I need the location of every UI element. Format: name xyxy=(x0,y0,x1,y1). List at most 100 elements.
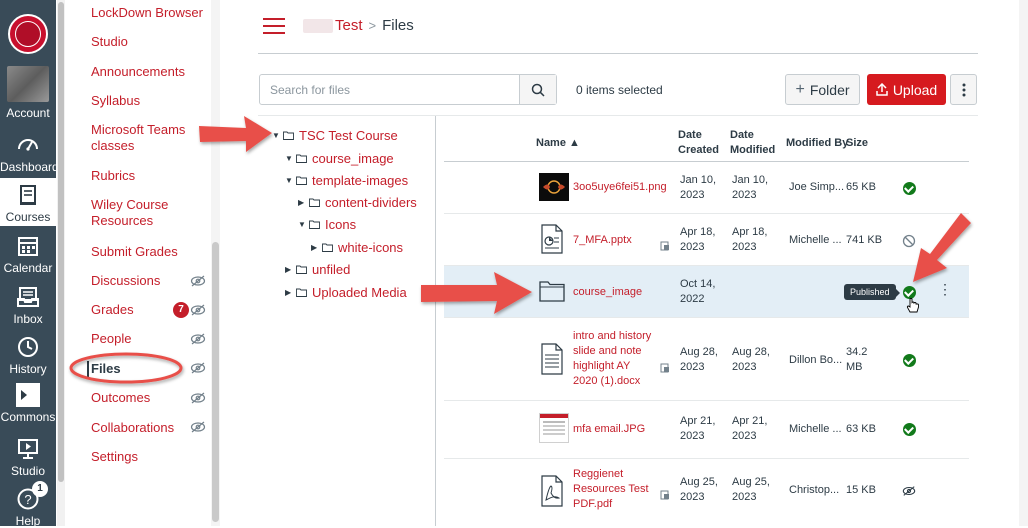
folder-icon xyxy=(309,220,320,229)
hidden-eye-icon xyxy=(190,392,206,404)
modified-by[interactable]: Dillon Bo... xyxy=(789,353,842,368)
table-row[interactable]: intro and history slide and note highlig… xyxy=(444,318,969,401)
table-row[interactable]: 7_MFA.pptx Apr 18, 2023 Apr 18, 2023 Mic… xyxy=(444,214,969,266)
hidden-eye-icon[interactable] xyxy=(902,484,916,498)
global-nav-label: Courses xyxy=(5,210,51,224)
tree-folder-template-images[interactable]: ▼ template-images xyxy=(285,173,408,188)
avatar xyxy=(7,66,49,102)
course-nav-lockdown-browser[interactable]: LockDown Browser xyxy=(91,5,211,21)
redacted-text xyxy=(303,19,333,34)
table-row[interactable]: mfa email.JPG Apr 21, 2023 Apr 21, 2023 … xyxy=(444,401,969,459)
inbox-icon xyxy=(17,287,39,307)
expanded-triangle-icon[interactable]: ▼ xyxy=(285,176,294,185)
collapsed-triangle-icon[interactable]: ▶ xyxy=(285,288,294,297)
tree-folder-tsc-test-course[interactable]: ▼ TSC Test Course xyxy=(272,128,398,143)
tree-folder-white-icons[interactable]: ▶ white-icons xyxy=(311,240,403,255)
course-nav-syllabus[interactable]: Syllabus xyxy=(91,93,211,109)
global-nav-inbox[interactable]: Inbox xyxy=(0,285,56,326)
column-header-name[interactable]: Name ▲ xyxy=(536,136,580,151)
date-modified: Aug 28, 2023 xyxy=(732,346,770,373)
expanded-triangle-icon[interactable]: ▼ xyxy=(285,154,294,163)
breadcrumb-course-link[interactable]: Test xyxy=(335,17,363,34)
tree-folder-content-dividers[interactable]: ▶ content-dividers xyxy=(298,195,417,210)
modified-by[interactable]: Joe Simp... xyxy=(789,180,844,195)
course-menu-toggle-button[interactable] xyxy=(263,18,285,34)
course-nav-announcements[interactable]: Announcements xyxy=(91,64,211,80)
search-button[interactable] xyxy=(519,75,556,104)
global-nav-help[interactable]: ? 1 Help xyxy=(0,481,56,528)
add-folder-button[interactable]: + Folder xyxy=(785,74,860,105)
global-nav-courses[interactable]: Courses xyxy=(0,178,56,226)
usage-rights-icon[interactable] xyxy=(660,241,670,251)
published-check-icon[interactable] xyxy=(903,286,916,299)
institution-logo[interactable] xyxy=(8,14,48,54)
commons-icon xyxy=(16,383,40,407)
upload-button[interactable]: Upload xyxy=(867,74,946,105)
page-scrollbar[interactable] xyxy=(1019,0,1028,526)
more-options-button[interactable] xyxy=(950,74,977,105)
global-nav-scrollbar[interactable] xyxy=(57,0,65,526)
course-nav-submit-grades[interactable]: Submit Grades xyxy=(91,244,211,260)
expanded-triangle-icon[interactable]: ▼ xyxy=(298,220,307,229)
table-row[interactable]: 3oo5uye6fei51.png Jan 10, 2023 Jan 10, 2… xyxy=(444,162,969,214)
date-modified: Apr 18, 2023 xyxy=(732,226,768,253)
search-input[interactable] xyxy=(260,75,520,104)
folder-icon xyxy=(309,198,320,207)
global-nav-label: Commons xyxy=(0,410,56,424)
modified-by[interactable]: Michelle ... xyxy=(789,422,842,437)
date-modified: Aug 25, 2023 xyxy=(732,476,770,503)
tree-folder-unfiled[interactable]: ▶ unfiled xyxy=(285,262,350,277)
folder-name-link[interactable]: course_image xyxy=(573,285,642,300)
course-nav-scrollbar[interactable] xyxy=(211,0,220,526)
global-nav-studio[interactable]: Studio xyxy=(0,437,56,478)
course-nav-settings[interactable]: Settings xyxy=(91,449,211,465)
expanded-triangle-icon[interactable]: ▼ xyxy=(272,131,281,140)
published-check-icon[interactable] xyxy=(903,354,916,367)
global-nav-label: History xyxy=(9,362,47,376)
modified-by[interactable]: Michelle ... xyxy=(789,233,842,248)
collapsed-triangle-icon[interactable]: ▶ xyxy=(298,198,307,207)
row-more-options-button[interactable]: ⋮ xyxy=(938,281,952,298)
file-size: 34.2 MB xyxy=(846,346,868,373)
folder-icon xyxy=(296,176,307,185)
course-nav-wiley[interactable]: Wiley Course Resources xyxy=(91,197,211,229)
column-header-size[interactable]: Size xyxy=(846,136,868,151)
global-nav-commons[interactable]: Commons xyxy=(0,383,56,424)
tree-folder-icons[interactable]: ▼ Icons xyxy=(298,217,356,232)
table-row[interactable]: Reggienet Resources Test PDF.pdf Aug 25,… xyxy=(444,459,969,526)
file-name-link[interactable]: mfa email.JPG xyxy=(573,422,645,437)
collapsed-triangle-icon[interactable]: ▶ xyxy=(285,265,294,274)
global-nav-account[interactable]: Account xyxy=(0,66,56,120)
history-icon xyxy=(18,337,38,357)
collapsed-triangle-icon[interactable]: ▶ xyxy=(311,243,320,252)
folder-icon xyxy=(539,281,565,302)
column-header-date-created[interactable]: Date Created xyxy=(678,128,722,158)
tree-folder-course-image[interactable]: ▼ course_image xyxy=(285,151,394,166)
usage-rights-icon[interactable] xyxy=(660,490,670,500)
published-check-icon[interactable] xyxy=(903,423,916,436)
global-nav-label: Dashboard xyxy=(0,160,59,174)
global-nav-calendar[interactable]: Calendar xyxy=(0,234,56,275)
global-nav-history[interactable]: History xyxy=(0,335,56,376)
usage-rights-icon[interactable] xyxy=(660,363,670,373)
column-header-date-modified[interactable]: Date Modified xyxy=(730,128,778,158)
tree-table-divider[interactable] xyxy=(435,116,436,526)
course-nav-microsoft-teams[interactable]: Microsoft Teams classes xyxy=(91,122,211,154)
global-nav-dashboard[interactable]: Dashboard xyxy=(0,133,59,174)
tree-folder-label: Uploaded Media xyxy=(312,285,407,300)
hidden-eye-icon xyxy=(190,421,206,433)
file-name-link[interactable]: 3oo5uye6fei51.png xyxy=(573,180,667,195)
file-name-link[interactable]: Reggienet Resources Test PDF.pdf xyxy=(573,467,655,512)
tree-folder-label: course_image xyxy=(312,151,394,166)
courses-icon xyxy=(20,185,36,205)
file-name-link[interactable]: intro and history slide and note highlig… xyxy=(573,329,655,389)
course-nav-files[interactable]: Files xyxy=(87,361,207,377)
unpublished-icon[interactable] xyxy=(902,234,916,248)
modified-by[interactable]: Christop... xyxy=(789,483,839,498)
course-nav-studio[interactable]: Studio xyxy=(91,34,211,50)
published-check-icon[interactable] xyxy=(903,182,916,195)
course-nav-rubrics[interactable]: Rubrics xyxy=(91,168,211,184)
file-name-link[interactable]: 7_MFA.pptx xyxy=(573,233,632,248)
column-header-modified-by[interactable]: Modified By xyxy=(786,136,848,151)
tree-folder-uploaded-media[interactable]: ▶ Uploaded Media xyxy=(285,285,407,300)
